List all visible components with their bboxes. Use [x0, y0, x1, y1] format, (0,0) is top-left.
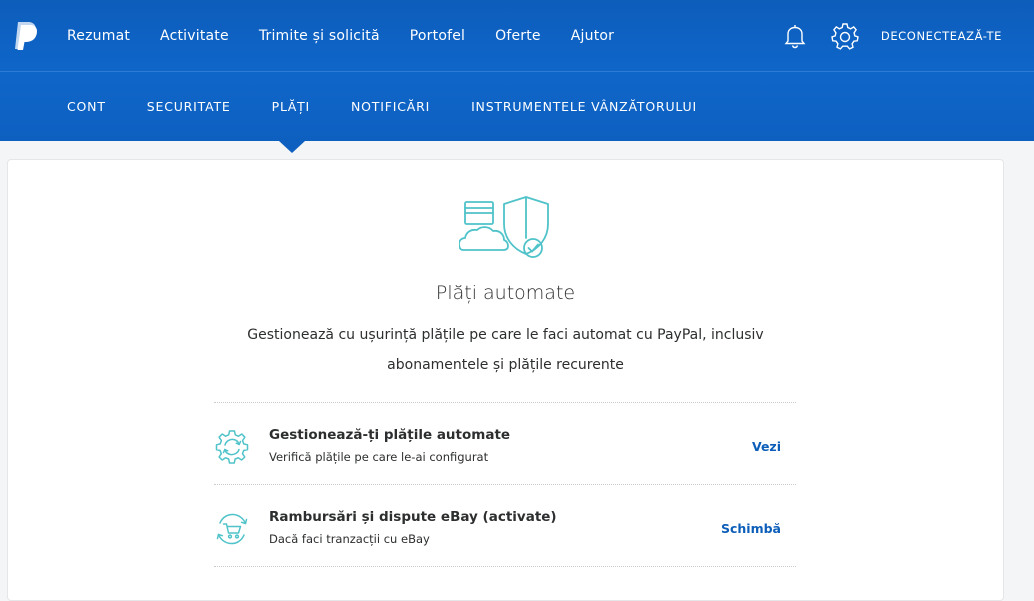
paypal-logo[interactable]: [12, 21, 40, 51]
nav-activitate[interactable]: Activitate: [160, 28, 229, 44]
divider: [214, 566, 796, 567]
nav-oferte[interactable]: Oferte: [495, 28, 541, 44]
list-item-manage-automatic-payments: Gestionează-ți plățile automate Verifică…: [214, 403, 796, 485]
payments-shield-illustration: [458, 194, 555, 264]
settings-tabs: CONT SECURITATE PLĂȚI NOTIFICĂRI INSTRUM…: [67, 72, 738, 141]
tab-plati[interactable]: PLĂȚI: [272, 99, 310, 114]
top-navigation-bar: Rezumat Activitate Trimite și solicită P…: [0, 0, 1034, 72]
nav-portofel[interactable]: Portofel: [410, 28, 465, 44]
gear-icon[interactable]: [831, 22, 859, 50]
row-subtitle: Verifică plățile pe care le-ai configura…: [269, 450, 489, 464]
header-actions: DECONECTEAZĂ-TE: [781, 0, 1002, 71]
section-title: Plăți automate: [435, 282, 576, 304]
view-automatic-payments-link[interactable]: Vezi: [752, 439, 781, 454]
tab-securitate[interactable]: SECURITATE: [147, 99, 231, 114]
section-description: Gestionează cu ușurință plățile pe care …: [247, 327, 764, 373]
active-tab-indicator: [279, 141, 305, 153]
logout-link[interactable]: DECONECTEAZĂ-TE: [881, 29, 1002, 43]
automatic-payments-card: Plăți automate Gestionează cu ușurință p…: [7, 159, 1004, 601]
tab-instrumentele-vanzatorului[interactable]: INSTRUMENTELE VÂNZĂTORULUI: [471, 99, 697, 114]
change-ebay-setting-link[interactable]: Schimbă: [721, 521, 781, 536]
nav-ajutor[interactable]: Ajutor: [571, 28, 614, 44]
nav-rezumat[interactable]: Rezumat: [67, 28, 130, 44]
list-item-ebay-refunds-disputes: Rambursări și dispute eBay (activate) Da…: [214, 485, 796, 567]
gear-cycle-icon: [214, 429, 250, 465]
bell-icon[interactable]: [781, 22, 809, 50]
main-nav: Rezumat Activitate Trimite și solicită P…: [67, 0, 644, 71]
tab-notificari[interactable]: NOTIFICĂRI: [351, 99, 430, 114]
nav-trimite-solicita[interactable]: Trimite și solicită: [259, 28, 380, 44]
tab-cont[interactable]: CONT: [67, 99, 106, 114]
row-subtitle: Dacă faci tranzacții cu eBay: [269, 532, 430, 546]
row-title: Rambursări și dispute eBay (activate): [269, 509, 557, 525]
settings-subnav-bar: CONT SECURITATE PLĂȚI NOTIFICĂRI INSTRUM…: [0, 72, 1034, 141]
cart-refund-icon: [214, 511, 250, 547]
row-title: Gestionează-ți plățile automate: [269, 427, 511, 443]
